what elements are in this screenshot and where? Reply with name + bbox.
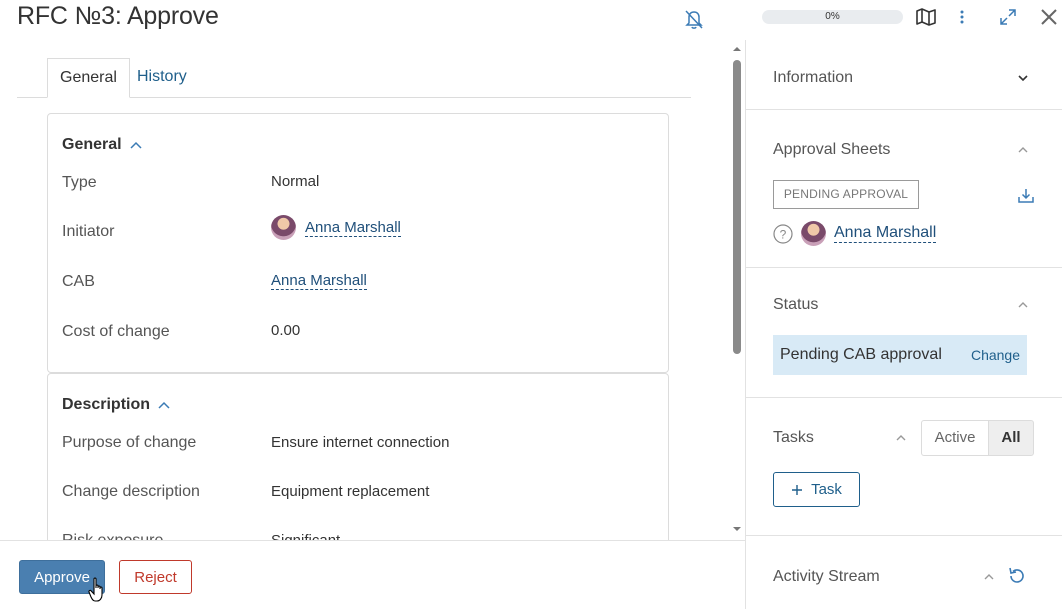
chevron-down-icon[interactable] [1016,73,1030,83]
purpose-value: Ensure internet connection [271,434,450,451]
tasks-filter-active[interactable]: Active [921,420,989,456]
hand-cursor-icon [88,577,103,602]
chevron-up-icon[interactable] [894,433,908,443]
progress-label: 0% [825,11,840,22]
activity-stream-section: Activity Stream [746,536,1062,609]
svg-text:?: ? [780,227,787,241]
general-card: General Type Normal Initiator Anna Marsh… [47,113,669,373]
add-task-button[interactable]: Task [773,472,860,507]
chevron-up-icon [130,141,142,149]
main-content: General History General Type Normal Init… [0,40,745,540]
avatar [801,221,826,246]
refresh-icon[interactable] [1007,566,1027,586]
information-title: Information [773,69,854,86]
status-box: Pending CAB approval Change [773,335,1027,375]
scroll-thumb[interactable] [733,60,741,354]
tab-bar: General History [17,58,691,98]
general-section-toggle[interactable]: General [62,136,142,154]
description-section-toggle[interactable]: Description [62,396,170,414]
scroll-down-icon[interactable] [732,525,742,533]
tasks-filter-all[interactable]: All [988,420,1034,456]
initiator-value: Anna Marshall [271,215,401,240]
initiator-link[interactable]: Anna Marshall [305,219,401,237]
action-footer: Approve Reject [0,540,745,609]
purpose-label: Purpose of change [62,434,197,451]
cab-label: CAB [62,273,95,290]
progress-bar: 0% [762,10,903,24]
question-icon: ? [773,223,793,244]
chevron-up-icon [158,401,170,409]
cost-label: Cost of change [62,323,170,340]
status-value: Pending CAB approval [780,346,942,363]
general-heading: General [62,136,122,153]
tasks-section: Tasks [746,398,1062,536]
risk-exposure-label: Risk exposure [62,532,163,540]
more-vertical-icon[interactable] [951,6,973,28]
close-icon[interactable] [1038,6,1060,28]
cab-value: Anna Marshall [271,272,367,290]
change-description-value: Equipment replacement [271,483,430,500]
add-task-label: Task [811,481,842,498]
approver-link[interactable]: Anna Marshall [834,224,937,243]
activity-stream-title: Activity Stream [773,568,880,585]
description-heading: Description [62,396,151,413]
cab-link[interactable]: Anna Marshall [271,272,367,290]
information-section: Information [746,40,1062,110]
status-change-link[interactable]: Change [971,335,1020,375]
initiator-label: Initiator [62,223,115,240]
scroll-up-icon[interactable] [732,45,742,53]
status-title: Status [773,296,819,313]
page-title: RFC №3: Approve [17,2,219,30]
avatar [271,215,296,240]
change-description-label: Change description [62,483,200,500]
bell-off-icon[interactable] [682,8,706,30]
type-value: Normal [271,173,320,190]
download-icon[interactable] [1018,188,1034,204]
chevron-up-icon[interactable] [1016,300,1030,310]
tab-history[interactable]: History [125,58,199,98]
risk-exposure-value: Significant [271,532,340,540]
pending-approval-badge: PENDING APPROVAL [773,180,919,209]
status-section: Status [746,268,1062,398]
map-icon[interactable] [915,6,937,28]
chevron-up-icon[interactable] [982,572,996,582]
plus-icon [792,484,803,495]
sidebar: Information Approval Sheets PENDING APPR… [745,40,1062,609]
approval-sheets-title: Approval Sheets [773,141,891,158]
tab-general[interactable]: General [47,58,130,98]
chevron-up-icon[interactable] [1016,145,1030,155]
description-card: Description Purpose of change Ensure int… [47,373,669,540]
reject-button[interactable]: Reject [119,560,192,594]
cost-value: 0.00 [271,322,301,339]
expand-icon[interactable] [997,6,1019,28]
tasks-title: Tasks [773,429,814,446]
approver-row: ? Anna Marshall [773,221,937,246]
type-label: Type [62,174,97,191]
